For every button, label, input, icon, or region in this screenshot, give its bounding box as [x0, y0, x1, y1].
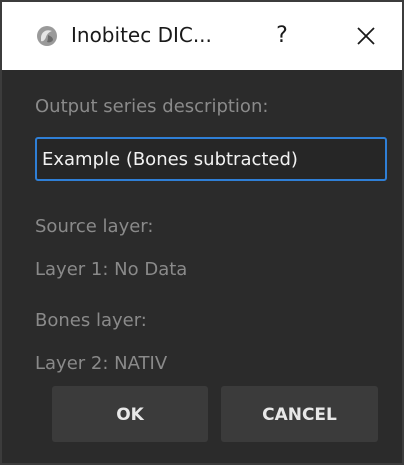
dialog-window: Inobitec DIC... ? Output series descript…: [0, 0, 404, 465]
window-title: Inobitec DIC...: [71, 23, 212, 47]
dialog-content: Output series description: Source layer:…: [2, 70, 402, 463]
title-bar: Inobitec DIC... ?: [2, 2, 402, 70]
close-button[interactable]: [346, 18, 386, 54]
inobitec-logo-icon: [35, 24, 59, 48]
output-series-input[interactable]: [35, 137, 387, 181]
help-button[interactable]: ?: [264, 18, 300, 54]
cancel-button[interactable]: CANCEL: [221, 386, 378, 442]
bones-layer-value: Layer 2: NATIV: [35, 353, 168, 374]
source-layer-value: Layer 1: No Data: [35, 259, 188, 280]
source-layer-label: Source layer:: [35, 216, 154, 237]
ok-button[interactable]: OK: [52, 386, 208, 442]
close-icon: [357, 27, 375, 45]
output-series-label: Output series description:: [35, 96, 269, 117]
bones-layer-label: Bones layer:: [35, 310, 147, 331]
